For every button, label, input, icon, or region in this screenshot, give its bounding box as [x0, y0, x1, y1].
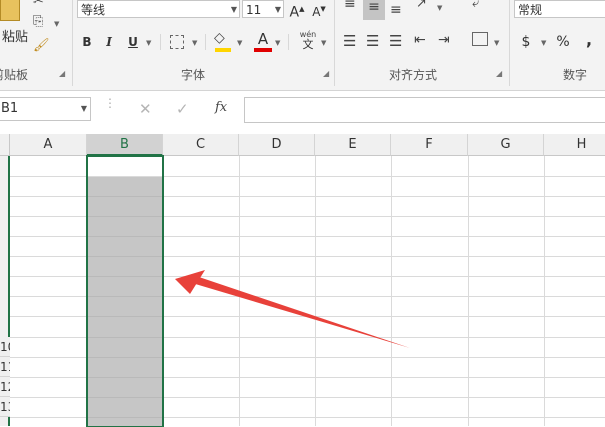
- annotation-arrow: [175, 270, 410, 348]
- arrow-shaft: [192, 276, 410, 348]
